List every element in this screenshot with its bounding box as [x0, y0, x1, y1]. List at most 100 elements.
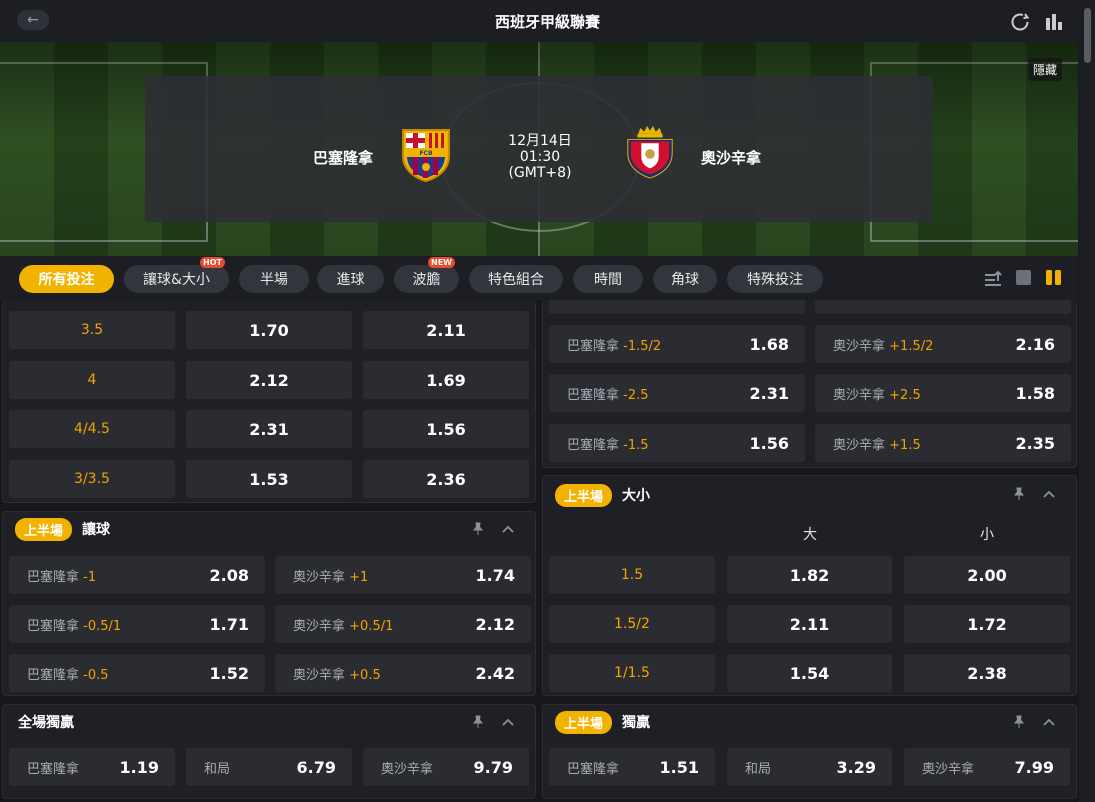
ou-line-cell: 1/1.5 [549, 654, 715, 692]
new-badge: NEW [428, 257, 455, 268]
pin-icon[interactable] [1012, 487, 1026, 501]
two-column-icon[interactable] [1045, 269, 1062, 286]
odds-button[interactable]: 1.82 [727, 556, 892, 594]
refresh-icon[interactable] [1010, 12, 1030, 32]
odds-button[interactable]: 2.12 [186, 361, 352, 399]
odds-button[interactable]: 巴塞隆拿 1.19 [9, 748, 175, 786]
bar-chart-icon[interactable] [1044, 12, 1064, 32]
odds-button[interactable]: 巴塞隆拿 -0.5 1.52 [9, 654, 265, 692]
home-team-name: 巴塞隆拿 [313, 149, 374, 167]
panel-first-half-handicap: 上半場 讓球 巴塞隆拿 -1 2.08 奧沙辛拿 +1 1.74 巴塞隆拿 -0.5… [2, 511, 536, 696]
odds-button[interactable]: 2.11 [363, 311, 529, 349]
back-button[interactable]: ← [17, 10, 49, 30]
panel-title: 大小 [622, 488, 651, 504]
away-crest-icon [627, 125, 673, 179]
panel-header[interactable]: 全場獨贏 [3, 705, 535, 739]
ou-line-cell: 3/3.5 [9, 460, 175, 498]
odds-button[interactable]: 巴塞隆拿 -1.5/2 1.68 [549, 325, 805, 363]
hide-button[interactable]: 隱藏 [1027, 58, 1062, 81]
panel-over-under: 3.5 1.70 2.11 4 2.12 1.69 4/4.5 2.31 1.5… [2, 300, 536, 503]
odds-button[interactable]: 2.36 [363, 460, 529, 498]
chevron-up-icon[interactable] [502, 716, 514, 728]
odds-button[interactable]: 1.72 [904, 605, 1070, 643]
match-timezone: (GMT+8) [508, 165, 572, 181]
collapse-all-icon[interactable] [983, 268, 1003, 288]
odds-button[interactable]: 巴塞隆拿 -1.5 1.56 [549, 424, 805, 462]
ou-line-cell: 4 [9, 361, 175, 399]
odds-button[interactable]: 1.54 [727, 654, 892, 692]
hot-badge: HOT [200, 257, 225, 268]
match-hour: 01:30 [519, 149, 561, 165]
over-column-header: 大 [803, 527, 817, 543]
odds-button[interactable]: 奧沙辛拿 7.99 [904, 748, 1070, 786]
panel-title: 獨贏 [622, 715, 651, 731]
page-title: 西班牙甲級聯賽 [494, 12, 600, 31]
tab-time[interactable]: 時間 [573, 265, 643, 293]
tab-special-bets[interactable]: 特殊投注 [727, 265, 823, 293]
arrow-left-icon: ← [27, 12, 39, 28]
pin-icon[interactable] [1012, 715, 1026, 729]
panel-header[interactable]: 上半場 讓球 [3, 512, 535, 546]
odds-button[interactable]: 巴塞隆拿 1.51 [549, 748, 715, 786]
pin-icon[interactable] [471, 522, 485, 536]
ou-line-cell: 1.5/2 [549, 605, 715, 643]
panel-title: 讓球 [82, 522, 111, 538]
tab-half[interactable]: 半場 [239, 265, 309, 293]
odds-button[interactable]: 奧沙辛拿 +1.5 2.35 [815, 424, 1071, 462]
odds-button[interactable]: 巴塞隆拿 -0.5/1 1.71 [9, 605, 265, 643]
market-tabs: 所有投注 讓球&大小 HOT 半場 進球 波膽 NEW 特色組合 時間 角球 特殊投… [0, 256, 1078, 300]
chevron-up-icon[interactable] [1043, 488, 1055, 500]
match-date: 12月14日 [508, 133, 572, 149]
odds-button[interactable]: 奧沙辛拿 +0.5 2.42 [275, 654, 531, 692]
odds-button[interactable]: 1.56 [363, 410, 529, 448]
panel-title: 全場獨贏 [18, 715, 74, 731]
match-banner: 隱藏 巴塞隆拿 FCB 12月14日 01:30 (GMT+8) 奧沙辛拿 [0, 42, 1078, 256]
ou-line-cell: 4/4.5 [9, 410, 175, 448]
scrollbar-thumb[interactable] [1084, 8, 1091, 63]
chevron-up-icon[interactable] [502, 523, 514, 535]
odds-button[interactable]: 2.00 [904, 556, 1070, 594]
odds-button[interactable]: 1.69 [363, 361, 529, 399]
odds-button[interactable]: 奧沙辛拿 +1 1.74 [275, 556, 531, 594]
panel-header[interactable]: 上半場 獨贏 [543, 705, 1076, 739]
match-card: 巴塞隆拿 FCB 12月14日 01:30 (GMT+8) 奧沙辛拿 [145, 76, 933, 222]
odds-button[interactable]: 2.38 [904, 654, 1070, 692]
pin-icon[interactable] [471, 715, 485, 729]
panel-handicap: 巴塞隆拿 -1.5/2 1.68 奧沙辛拿 +1.5/2 2.16 巴塞隆拿 -2.… [542, 300, 1077, 468]
odds-button[interactable]: 和局 6.79 [186, 748, 352, 786]
odds-button[interactable]: 奧沙辛拿 +0.5/1 2.12 [275, 605, 531, 643]
tab-correct-score[interactable]: 波膽 NEW [394, 257, 459, 293]
odds-button[interactable]: 巴塞隆拿 -2.5 2.31 [549, 374, 805, 412]
odds-button[interactable]: 1.53 [186, 460, 352, 498]
odds-button[interactable]: 2.11 [727, 605, 892, 643]
ou-line-cell: 3.5 [9, 311, 175, 349]
under-column-header: 小 [980, 527, 994, 543]
odds-button[interactable]: 巴塞隆拿 -1 2.08 [9, 556, 265, 594]
tab-goals[interactable]: 進球 [317, 265, 384, 293]
first-half-pill: 上半場 [555, 483, 613, 507]
odds-button[interactable]: 1.70 [186, 311, 352, 349]
home-crest-icon: FCB [402, 129, 450, 182]
tab-all-bets[interactable]: 所有投注 [19, 265, 114, 293]
first-half-pill: 上半場 [555, 710, 613, 734]
first-half-pill: 上半場 [15, 517, 73, 541]
ou-line-cell: 1.5 [549, 556, 715, 594]
match-time: 12月14日 01:30 (GMT+8) [485, 133, 595, 181]
top-bar: ← 西班牙甲級聯賽 [0, 0, 1095, 42]
panel-header[interactable]: 上半場 大小 [543, 478, 1076, 512]
tab-specials-combo[interactable]: 特色組合 [469, 265, 563, 293]
panel-first-half-1x2: 上半場 獨贏 巴塞隆拿 1.51 和局 3.29 奧沙辛拿 7.99 [542, 704, 1077, 799]
odds-button[interactable]: 2.31 [186, 410, 352, 448]
odds-button[interactable]: 和局 3.29 [727, 748, 892, 786]
odds-button[interactable]: 奧沙辛拿 +1.5/2 2.16 [815, 325, 1071, 363]
odds-button[interactable]: 奧沙辛拿 9.79 [363, 748, 529, 786]
panel-first-half-over-under: 上半場 大小 大 小 1.5 1.82 2.00 1.5/2 2.11 1.72… [542, 475, 1077, 696]
single-column-icon[interactable] [1015, 269, 1032, 286]
tab-corners[interactable]: 角球 [653, 265, 717, 293]
away-team-name: 奧沙辛拿 [701, 149, 762, 167]
odds-button[interactable]: 奧沙辛拿 +2.5 1.58 [815, 374, 1071, 412]
scrollbar[interactable] [1079, 0, 1095, 802]
tab-handicap-ou[interactable]: 讓球&大小 HOT [124, 257, 229, 293]
svg-text:FCB: FCB [419, 150, 433, 157]
chevron-up-icon[interactable] [1043, 716, 1055, 728]
